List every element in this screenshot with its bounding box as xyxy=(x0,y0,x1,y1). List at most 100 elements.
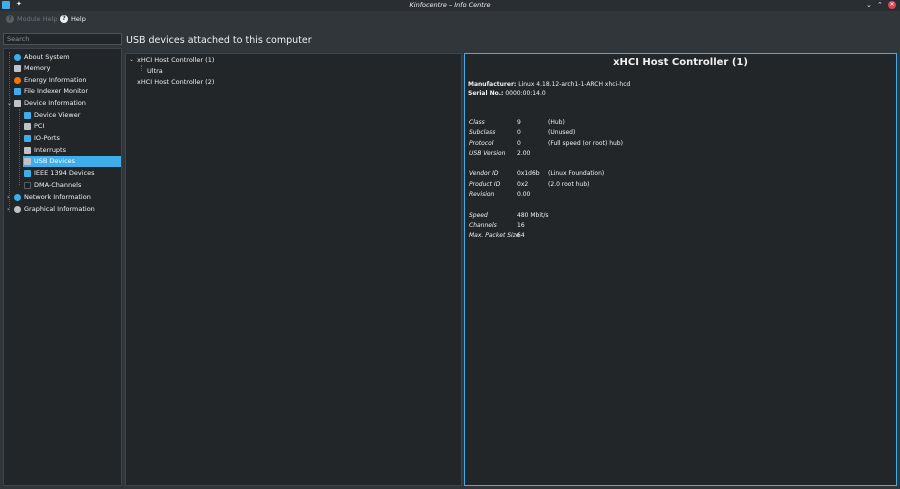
serial-line: Serial No.: 0000:00:14.0 xyxy=(468,90,546,97)
network-icon xyxy=(14,194,21,201)
help-icon: ? xyxy=(60,15,68,23)
sidebar-item-label: Memory xyxy=(24,64,51,72)
detail-value: 0 xyxy=(517,140,521,147)
sidebar-item-device-information[interactable]: Device Information xyxy=(14,98,86,109)
detail-key: Vendor ID xyxy=(469,170,499,177)
detail-value: 0 xyxy=(517,129,521,136)
close-icon[interactable]: ✕ xyxy=(888,1,896,9)
usb-icon xyxy=(24,158,31,165)
computer-icon xyxy=(14,100,21,107)
detail-key: USB Version xyxy=(469,150,506,157)
window-title: Kinfocentre – Info Centre xyxy=(409,1,491,9)
sidebar-item-label: Network Information xyxy=(24,193,91,201)
detail-value: 9 xyxy=(517,119,521,126)
detail-note: (Unused) xyxy=(548,129,576,136)
pci-icon xyxy=(24,123,31,130)
sidebar-item-io-ports[interactable]: IO-Ports xyxy=(24,133,60,144)
battery-icon xyxy=(14,77,21,84)
device-viewer-icon xyxy=(24,112,31,119)
graphics-icon xyxy=(14,206,21,213)
detail-key: Speed xyxy=(469,212,488,219)
manufacturer-value: Linux 4.18.12-arch1-1-ARCH xhci-hcd xyxy=(518,81,631,88)
sidebar-item-label: Graphical Information xyxy=(24,205,95,213)
sidebar-item-device-viewer[interactable]: Device Viewer xyxy=(24,110,80,121)
help-label: Help xyxy=(71,15,86,23)
search-input[interactable]: Search xyxy=(3,33,122,45)
usb-device-item[interactable]: Ultra xyxy=(147,67,163,75)
sidebar-item-label: Device Information xyxy=(24,99,86,107)
device-details: xHCI Host Controller (1) Manufacturer: L… xyxy=(464,53,897,486)
sidebar-item-ieee-1394-devices[interactable]: IEEE 1394 Devices xyxy=(24,168,95,179)
tree-line xyxy=(9,52,10,212)
sidebar-item-label: PCI xyxy=(34,122,45,130)
serial-value: 0000:00:14.0 xyxy=(505,90,546,97)
title-bar: ✦ Kinfocentre – Info Centre ⌄ ⌃ ✕ xyxy=(0,0,900,11)
collapse-arrow-icon[interactable]: ⌄ xyxy=(129,56,134,63)
expand-arrow-icon[interactable]: › xyxy=(7,194,9,201)
sidebar-item-label: Interrupts xyxy=(34,146,66,154)
dma-icon xyxy=(24,182,31,189)
detail-note: (Hub) xyxy=(548,119,565,126)
detail-note: (Full speed (or root) hub) xyxy=(548,140,623,147)
detail-key: Protocol xyxy=(469,140,494,147)
detail-value: 0x1d6b xyxy=(517,170,540,177)
usb-device-tree: ⌄ xHCI Host Controller (1) Ultra xHCI Ho… xyxy=(125,53,462,486)
manufacturer-label: Manufacturer: xyxy=(468,81,517,88)
toolbar: ? Module Help ? Help xyxy=(0,11,900,29)
minimize-icon[interactable]: ⌄ xyxy=(866,1,872,9)
sidebar-item-label: Device Viewer xyxy=(34,111,81,119)
sidebar-item-interrupts[interactable]: Interrupts xyxy=(24,145,66,156)
detail-value: 480 Mbit/s xyxy=(517,212,549,219)
detail-note: (Linux Foundation) xyxy=(548,170,605,177)
sidebar-item-graphical-information[interactable]: Graphical Information xyxy=(14,204,95,215)
help-icon: ? xyxy=(6,15,14,23)
module-help-button[interactable]: ? Module Help xyxy=(6,15,58,23)
maximize-icon[interactable]: ⌃ xyxy=(877,1,883,9)
collapse-arrow-icon[interactable]: ⌄ xyxy=(7,100,12,107)
help-button[interactable]: ? Help xyxy=(60,15,86,23)
detail-value: 0.00 xyxy=(517,191,531,198)
tree-line xyxy=(19,109,20,185)
detail-value: 64 xyxy=(517,232,525,239)
detail-value: 16 xyxy=(517,222,525,229)
detail-key: Revision xyxy=(469,191,495,198)
sidebar-item-label: USB Devices xyxy=(34,157,76,165)
detail-key: Product ID xyxy=(469,181,501,188)
sidebar-item-label: Energy Information xyxy=(24,76,87,84)
sidebar-item-file-indexer-monitor[interactable]: File Indexer Monitor xyxy=(14,86,88,97)
usb-device-item[interactable]: xHCI Host Controller (2) xyxy=(137,78,214,86)
page-title: USB devices attached to this computer xyxy=(126,35,312,46)
sidebar-item-usb-devices[interactable]: USB Devices xyxy=(23,156,121,167)
sidebar-item-label: IO-Ports xyxy=(34,134,60,142)
firewire-icon xyxy=(24,170,31,177)
sidebar-item-pci[interactable]: PCI xyxy=(24,121,44,132)
interrupts-icon xyxy=(24,147,31,154)
sidebar: ⌄ › › About System Memory Energy Informa… xyxy=(3,48,122,486)
manufacturer-line: Manufacturer: Linux 4.18.12-arch1-1-ARCH… xyxy=(468,81,630,88)
sidebar-item-about-system[interactable]: About System xyxy=(14,52,70,63)
detail-key: Subclass xyxy=(469,129,496,136)
usb-device-item[interactable]: xHCI Host Controller (1) xyxy=(137,56,214,64)
tree-line xyxy=(141,65,142,71)
detail-key: Channels xyxy=(469,222,497,229)
detail-value: 2.00 xyxy=(517,150,531,157)
expand-arrow-icon[interactable]: › xyxy=(7,206,9,213)
sidebar-item-label: DMA-Channels xyxy=(34,181,82,189)
sidebar-item-dma-channels[interactable]: DMA-Channels xyxy=(24,180,81,191)
sidebar-item-network-information[interactable]: Network Information xyxy=(14,192,91,203)
detail-value: 0x2 xyxy=(517,181,529,188)
memory-icon xyxy=(14,65,21,72)
detail-note: (2.0 root hub) xyxy=(548,181,590,188)
info-icon xyxy=(14,54,21,61)
sidebar-item-memory[interactable]: Memory xyxy=(14,63,50,74)
serial-label: Serial No.: xyxy=(468,90,504,97)
detail-key: Max. Packet Size xyxy=(469,232,520,239)
sidebar-item-label: IEEE 1394 Devices xyxy=(34,169,95,177)
detail-key: Class xyxy=(469,119,485,126)
module-help-label: Module Help xyxy=(17,15,58,23)
sidebar-item-label: About System xyxy=(24,53,70,61)
io-ports-icon xyxy=(24,135,31,142)
sidebar-item-energy-information[interactable]: Energy Information xyxy=(14,75,86,86)
device-title: xHCI Host Controller (1) xyxy=(613,57,748,68)
sidebar-item-label: File Indexer Monitor xyxy=(24,87,89,95)
